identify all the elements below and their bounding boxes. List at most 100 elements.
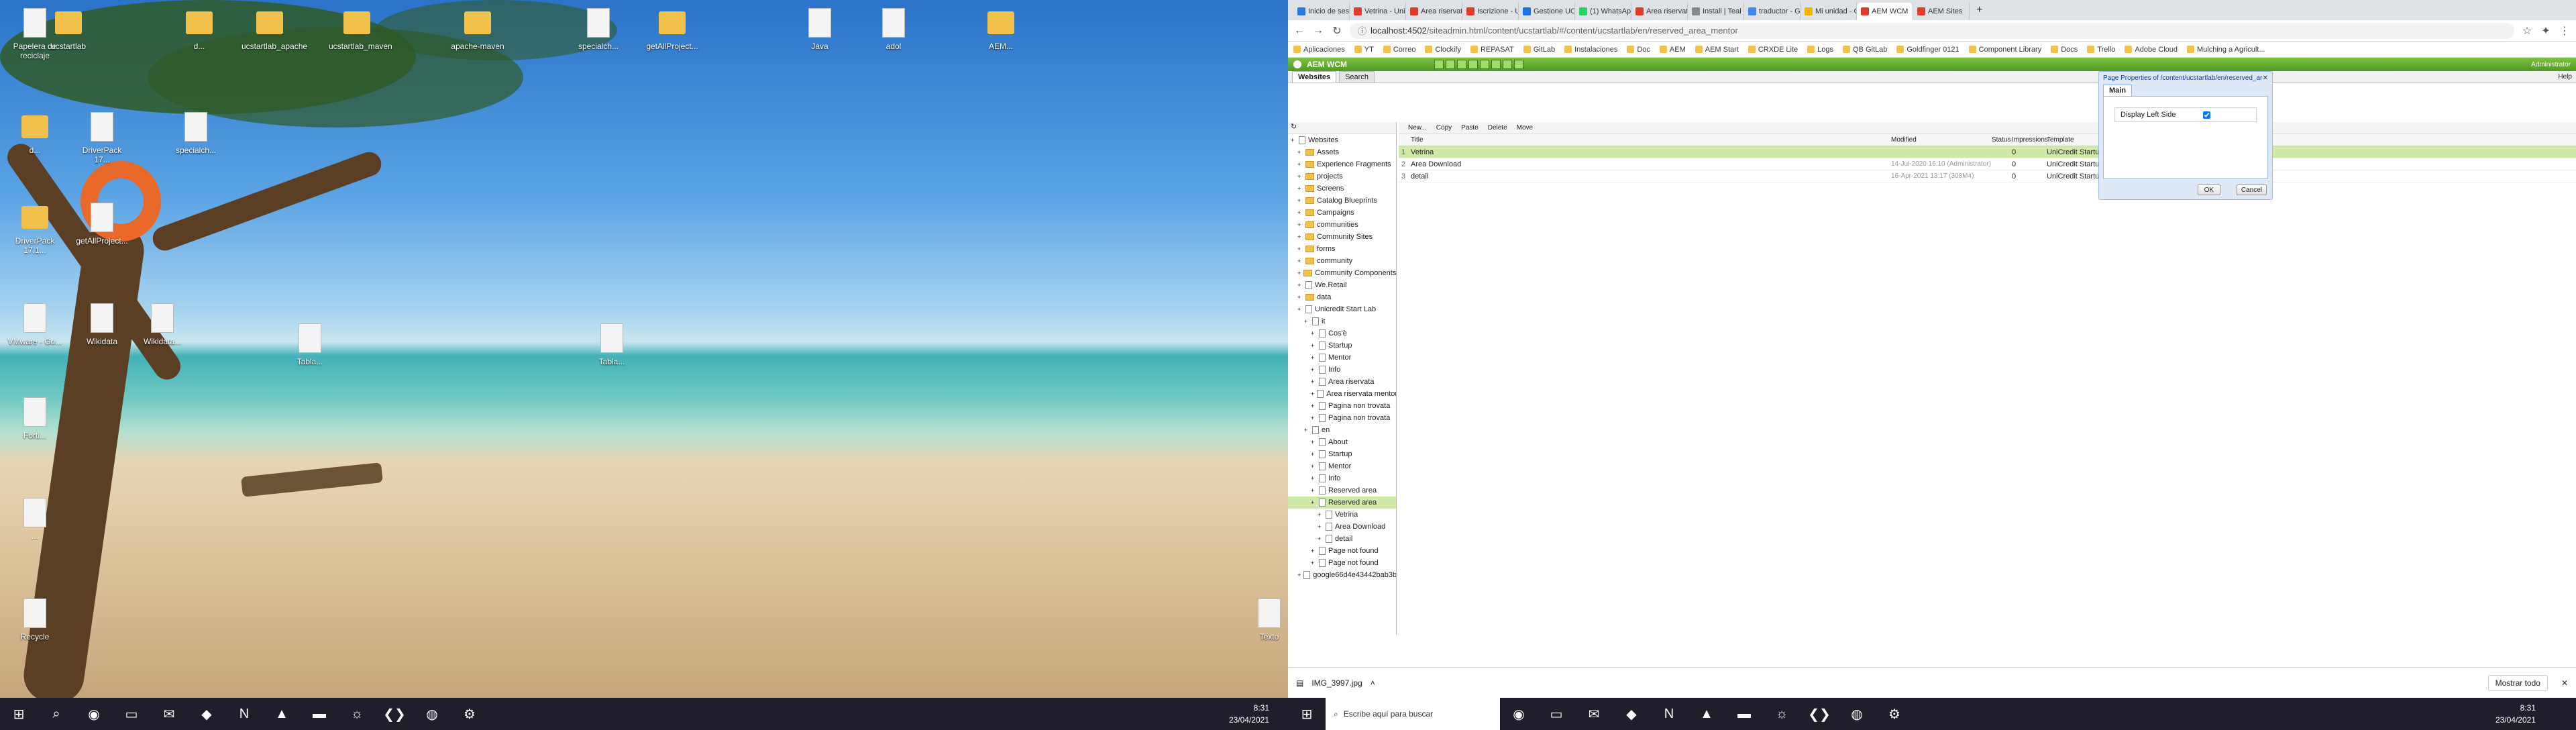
tool-icon[interactable] <box>1446 60 1455 69</box>
expand-icon[interactable]: + <box>1318 511 1323 518</box>
expand-icon[interactable]: + <box>1311 330 1316 337</box>
tab-websites[interactable]: Websites <box>1292 71 1337 83</box>
chevron-up-icon[interactable]: ˄ <box>1371 678 1375 688</box>
tree-node[interactable]: + projects <box>1288 170 1396 182</box>
tree-node[interactable]: + Area riservata mentor <box>1288 388 1396 400</box>
desktop-icon[interactable]: DriverPack 17.1... <box>7 201 63 255</box>
expand-icon[interactable]: + <box>1318 523 1323 530</box>
chrome-icon[interactable]: ◉ <box>1500 698 1538 730</box>
explorer-icon[interactable]: ▭ <box>1538 698 1575 730</box>
tree-node[interactable]: + it <box>1288 315 1396 327</box>
desktop-icon[interactable]: specialch... <box>168 111 224 155</box>
tree-node[interactable]: + Info <box>1288 364 1396 376</box>
expand-icon[interactable]: + <box>1297 173 1303 180</box>
desktop-icon[interactable]: getAllProject... <box>644 7 700 51</box>
table-row[interactable]: 3 detail 16-Apr-2021 13:17 (308M4) 0 UniCred… <box>1399 170 2576 182</box>
bookmark-item[interactable]: Adobe Cloud <box>2125 46 2178 54</box>
teams-icon[interactable]: ◆ <box>1613 698 1650 730</box>
tree-node[interactable]: + We.Retail <box>1288 279 1396 291</box>
grid-tool-button[interactable]: Paste <box>1461 124 1479 132</box>
desktop-icon[interactable]: specialch... <box>570 7 627 51</box>
expand-icon[interactable]: + <box>1311 415 1316 421</box>
bookmark-item[interactable]: Docs <box>2051 46 2078 54</box>
browser-tab[interactable]: traductor - G <box>1744 3 1801 20</box>
tree-node[interactable]: + forms <box>1288 243 1396 255</box>
expand-icon[interactable]: + <box>1318 535 1323 542</box>
onenote-icon[interactable]: N <box>1650 698 1688 730</box>
extensions-icon[interactable]: ✦ <box>2540 24 2552 38</box>
app-icon[interactable]: ☼ <box>338 698 376 730</box>
menu-icon[interactable]: ⋮ <box>2559 24 2571 38</box>
download-item[interactable]: IMG_3997.jpg <box>1311 678 1362 688</box>
bookmark-item[interactable]: CRXDE Lite <box>1748 46 1798 54</box>
forward-icon[interactable]: → <box>1312 25 1324 37</box>
col-impressions[interactable]: Impressions <box>2012 136 2048 144</box>
expand-icon[interactable]: + <box>1291 137 1296 144</box>
expand-icon[interactable]: + <box>1304 427 1309 433</box>
table-row[interactable]: 1Vetrina0UniCredit Startup Lab internal … <box>1399 146 2576 158</box>
bookmark-item[interactable]: Mulching a Agricult... <box>2187 46 2265 54</box>
browser-tab[interactable]: Area riservat <box>1406 3 1462 20</box>
expand-icon[interactable]: + <box>1297 209 1303 216</box>
bookmark-item[interactable]: YT <box>1354 46 1374 54</box>
app-icon[interactable]: ◍ <box>1838 698 1876 730</box>
tree-node[interactable]: + Campaigns <box>1288 207 1396 219</box>
desktop-icon[interactable]: VMware - Go... <box>7 302 63 346</box>
teams-icon[interactable]: ◆ <box>188 698 225 730</box>
tree-node[interactable]: + Page not found <box>1288 557 1396 569</box>
tool-icon[interactable] <box>1514 60 1523 69</box>
star-icon[interactable]: ☆ <box>2521 24 2533 38</box>
tree-node[interactable]: + Websites <box>1288 134 1396 146</box>
reload-icon[interactable]: ↻ <box>1331 24 1343 38</box>
tree-node[interactable]: + Info <box>1288 472 1396 484</box>
tree-node[interactable]: + Reserved area <box>1288 484 1396 497</box>
settings-icon[interactable]: ⚙ <box>451 698 488 730</box>
expand-icon[interactable]: + <box>1311 548 1316 554</box>
tab-main[interactable]: Main <box>2103 85 2133 96</box>
expand-icon[interactable]: + <box>1297 258 1303 264</box>
tree-node[interactable]: + Screens <box>1288 182 1396 195</box>
desktop-icon[interactable]: Wikidata <box>74 302 130 346</box>
desktop-icon[interactable]: apache-maven <box>449 7 506 51</box>
info-icon[interactable]: ⓘ <box>1358 24 1366 37</box>
tool-icon[interactable] <box>1434 60 1444 69</box>
vscode-icon[interactable]: ❮❯ <box>1801 698 1838 730</box>
expand-icon[interactable]: + <box>1311 560 1316 566</box>
terminal-icon[interactable]: ▬ <box>301 698 338 730</box>
tree-node[interactable]: + data <box>1288 291 1396 303</box>
tree-node[interactable]: + Catalog Blueprints <box>1288 195 1396 207</box>
windows-start-icon[interactable]: ⊞ <box>0 698 38 730</box>
expand-icon[interactable]: + <box>1311 366 1316 373</box>
desktop-icon[interactable]: AEM... <box>973 7 1029 51</box>
outlook-icon[interactable]: ✉ <box>1575 698 1613 730</box>
tree-node[interactable]: + Mentor <box>1288 352 1396 364</box>
tree-node[interactable]: + Vetrina <box>1288 509 1396 521</box>
search-icon[interactable]: ⌕ <box>38 698 75 730</box>
help-link[interactable]: Help <box>2558 73 2572 81</box>
tree-node[interactable]: +google66d4e43442bab3b.html <box>1288 569 1396 581</box>
onenote-icon[interactable]: N <box>225 698 263 730</box>
app-icon[interactable]: ◍ <box>413 698 451 730</box>
settings-icon[interactable]: ⚙ <box>1876 698 1913 730</box>
desktop-icon[interactable]: d... <box>7 111 63 155</box>
user-menu[interactable]: Administrator <box>2531 61 2571 68</box>
expand-icon[interactable]: + <box>1311 463 1316 470</box>
desktop-icon[interactable]: adol <box>865 7 922 51</box>
expand-icon[interactable]: + <box>1297 233 1303 240</box>
expand-icon[interactable]: + <box>1297 149 1303 156</box>
tool-icon[interactable] <box>1503 60 1512 69</box>
app-icon[interactable]: ▲ <box>1688 698 1725 730</box>
browser-tab[interactable]: Vetrina - Uni <box>1350 3 1406 20</box>
tool-icon[interactable] <box>1480 60 1489 69</box>
desktop-icon[interactable]: Recycle <box>7 597 63 641</box>
expand-icon[interactable]: + <box>1297 161 1303 168</box>
tree-node[interactable]: + Page not found <box>1288 545 1396 557</box>
tree-node[interactable]: + Unicredit Start Lab <box>1288 303 1396 315</box>
tree-node[interactable]: + communities <box>1288 219 1396 231</box>
desktop-icon[interactable]: Forti... <box>7 396 63 440</box>
tree-node[interactable]: + Community Components <box>1288 267 1396 279</box>
tree-node[interactable]: + Pagina non trovata <box>1288 412 1396 424</box>
outlook-icon[interactable]: ✉ <box>150 698 188 730</box>
tree-node[interactable]: + About <box>1288 436 1396 448</box>
app-icon[interactable]: ▲ <box>263 698 301 730</box>
